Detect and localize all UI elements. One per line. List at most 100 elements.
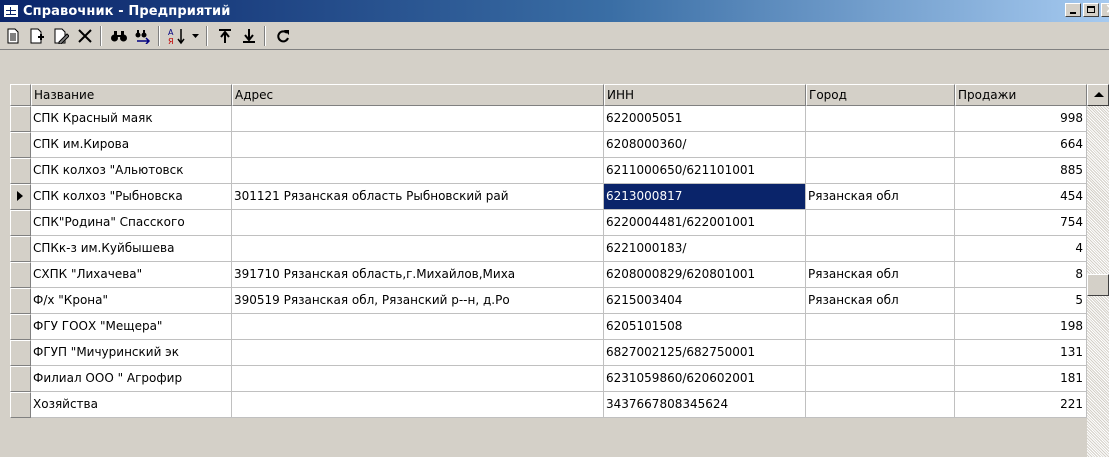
vertical-scrollbar[interactable]: [1087, 84, 1109, 457]
table-cell-inn[interactable]: 6220005051: [604, 106, 806, 132]
table-cell-inn[interactable]: 6215003404: [604, 288, 806, 314]
refresh-button[interactable]: [272, 25, 294, 47]
window-title-bar[interactable]: Справочник - Предприятий: [0, 0, 1109, 22]
table-cell-city[interactable]: [806, 236, 955, 262]
table-cell-city[interactable]: Рязанская обл: [806, 184, 955, 210]
delete-icon: [78, 28, 92, 43]
table-cell-sales[interactable]: 181: [955, 366, 1087, 392]
table-cell-address[interactable]: [232, 314, 604, 340]
table-cell-city[interactable]: [806, 210, 955, 236]
row-indicator[interactable]: [10, 340, 31, 366]
table-cell-inn[interactable]: 6211000650/621101001: [604, 158, 806, 184]
table-cell-address[interactable]: [232, 158, 604, 184]
table-cell-inn[interactable]: 6827002125/682750001: [604, 340, 806, 366]
maximize-button[interactable]: [1083, 3, 1099, 17]
table-cell-name[interactable]: ФГУ ГООХ "Мещера": [31, 314, 232, 340]
row-indicator[interactable]: [10, 236, 31, 262]
table-cell-name[interactable]: СПКк-з им.Куйбышева: [31, 236, 232, 262]
table-cell-city[interactable]: Рязанская обл: [806, 262, 955, 288]
find-next-button[interactable]: [132, 25, 154, 47]
table-cell-address[interactable]: [232, 106, 604, 132]
sort-az-button[interactable]: AЯ: [166, 25, 188, 47]
scroll-up-button[interactable]: [1087, 84, 1109, 106]
table-cell-inn[interactable]: 6208000360/: [604, 132, 806, 158]
delete-button[interactable]: [74, 25, 96, 47]
column-header-inn[interactable]: ИНН: [604, 84, 806, 106]
table-cell-inn[interactable]: 6220004481/622001001: [604, 210, 806, 236]
table-cell-name[interactable]: СПК колхоз "Альютовск: [31, 158, 232, 184]
column-header-name[interactable]: Название: [31, 84, 232, 106]
column-header-sales[interactable]: Продажи: [955, 84, 1087, 106]
column-header-city[interactable]: Город: [806, 84, 955, 106]
table-cell-name[interactable]: Хозяйства: [31, 392, 232, 418]
current-row-indicator[interactable]: [10, 184, 31, 210]
table-cell-address[interactable]: 301121 Рязанская область Рыбновский рай: [232, 184, 604, 210]
row-indicator[interactable]: [10, 106, 31, 132]
table-cell-city[interactable]: [806, 340, 955, 366]
move-bottom-button[interactable]: [238, 25, 260, 47]
table-cell-name[interactable]: СПК Красный маяк: [31, 106, 232, 132]
table-cell-inn[interactable]: 3437667808345624: [604, 392, 806, 418]
table-cell-inn[interactable]: 6208000829/620801001: [604, 262, 806, 288]
table-cell-city[interactable]: Рязанская обл: [806, 288, 955, 314]
table-cell-address[interactable]: [232, 236, 604, 262]
scroll-thumb[interactable]: [1087, 274, 1109, 296]
table-cell-name[interactable]: СХПК "Лихачева": [31, 262, 232, 288]
table-cell-inn[interactable]: 6213000817: [604, 184, 806, 210]
table-cell-sales[interactable]: 754: [955, 210, 1087, 236]
table-cell-name[interactable]: Ф/х "Крона": [31, 288, 232, 314]
table-cell-address[interactable]: [232, 210, 604, 236]
edit-record-button[interactable]: [50, 25, 72, 47]
table-cell-address[interactable]: [232, 366, 604, 392]
table-cell-city[interactable]: [806, 158, 955, 184]
table-cell-name[interactable]: Филиал ООО " Агрофир: [31, 366, 232, 392]
move-top-button[interactable]: [214, 25, 236, 47]
svg-text:A: A: [168, 28, 174, 37]
grid-left-margin: [0, 84, 10, 457]
row-indicator[interactable]: [10, 392, 31, 418]
table-cell-sales[interactable]: 885: [955, 158, 1087, 184]
table-cell-name[interactable]: СПК колхоз "Рыбновска: [31, 184, 232, 210]
column-header-address[interactable]: Адрес: [232, 84, 604, 106]
table-cell-sales[interactable]: 5: [955, 288, 1087, 314]
table-cell-address[interactable]: 391710 Рязанская область,г.Михайлов,Миха: [232, 262, 604, 288]
close-button[interactable]: [1101, 1, 1109, 17]
table-cell-name[interactable]: СПК"Родина" Спасского: [31, 210, 232, 236]
toolbar-separator: [100, 25, 102, 46]
new-record-button[interactable]: [2, 25, 24, 47]
row-indicator[interactable]: [10, 366, 31, 392]
table-cell-sales[interactable]: 454: [955, 184, 1087, 210]
find-next-icon: [135, 29, 151, 44]
minimize-button[interactable]: [1065, 3, 1081, 17]
table-cell-city[interactable]: [806, 132, 955, 158]
table-cell-inn[interactable]: 6221000183/: [604, 236, 806, 262]
table-cell-address[interactable]: [232, 340, 604, 366]
table-cell-name[interactable]: СПК им.Кирова: [31, 132, 232, 158]
table-cell-inn[interactable]: 6231059860/620602001: [604, 366, 806, 392]
table-cell-city[interactable]: [806, 392, 955, 418]
table-cell-sales[interactable]: 221: [955, 392, 1087, 418]
table-cell-sales[interactable]: 8: [955, 262, 1087, 288]
table-cell-sales[interactable]: 131: [955, 340, 1087, 366]
table-cell-sales[interactable]: 198: [955, 314, 1087, 340]
find-button[interactable]: [108, 25, 130, 47]
row-indicator[interactable]: [10, 132, 31, 158]
table-cell-city[interactable]: [806, 314, 955, 340]
table-cell-sales[interactable]: 998: [955, 106, 1087, 132]
table-cell-sales[interactable]: 4: [955, 236, 1087, 262]
table-cell-address[interactable]: 390519 Рязанская обл, Рязанский р--н, д.…: [232, 288, 604, 314]
table-cell-address[interactable]: [232, 392, 604, 418]
copy-record-button[interactable]: [26, 25, 48, 47]
row-indicator[interactable]: [10, 314, 31, 340]
table-cell-sales[interactable]: 664: [955, 132, 1087, 158]
sort-dropdown-button[interactable]: [190, 25, 202, 47]
row-indicator[interactable]: [10, 262, 31, 288]
row-indicator[interactable]: [10, 288, 31, 314]
table-cell-inn[interactable]: 6205101508: [604, 314, 806, 340]
row-indicator[interactable]: [10, 158, 31, 184]
table-cell-address[interactable]: [232, 132, 604, 158]
table-cell-city[interactable]: [806, 106, 955, 132]
table-cell-city[interactable]: [806, 366, 955, 392]
table-cell-name[interactable]: ФГУП "Мичуринский эк: [31, 340, 232, 366]
row-indicator[interactable]: [10, 210, 31, 236]
